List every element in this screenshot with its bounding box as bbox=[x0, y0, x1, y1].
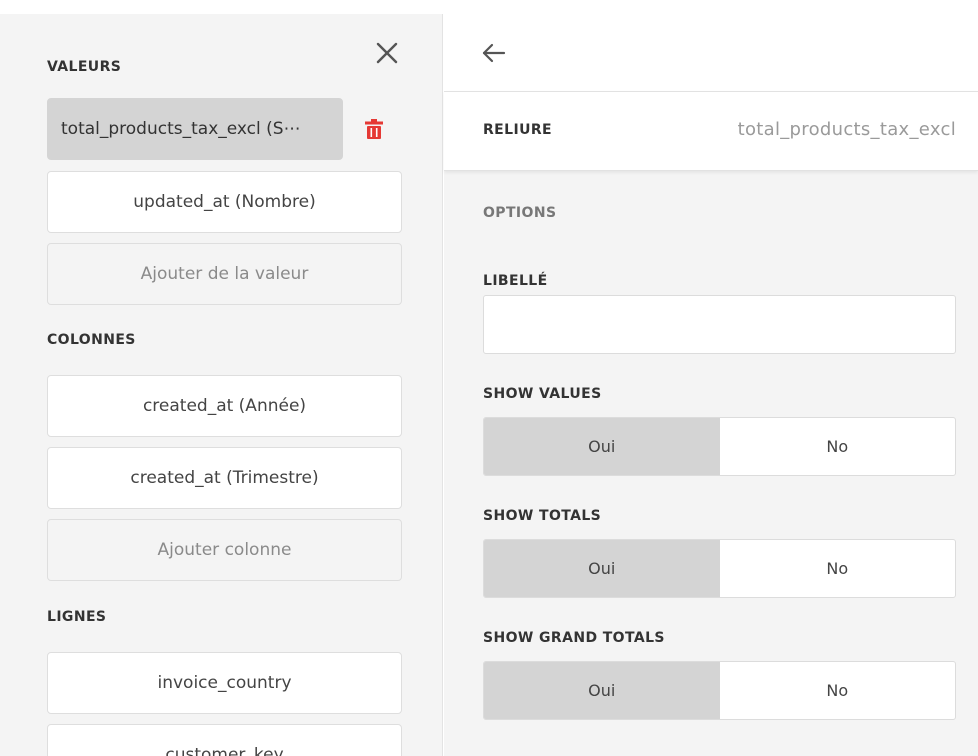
show-totals-title: SHOW TOTALS bbox=[483, 508, 602, 524]
show-totals-no[interactable]: No bbox=[720, 540, 956, 597]
show-grand-totals-title: SHOW GRAND TOTALS bbox=[483, 630, 665, 646]
show-values-no[interactable]: No bbox=[720, 418, 956, 475]
columns-section-title: COLONNES bbox=[47, 332, 136, 348]
show-totals-toggle: Oui No bbox=[483, 539, 956, 598]
label-input[interactable] bbox=[483, 295, 956, 354]
row-item-invoice-country[interactable]: invoice_country bbox=[47, 652, 402, 714]
show-totals-yes[interactable]: Oui bbox=[484, 540, 720, 597]
values-section-title: VALEURS bbox=[47, 59, 122, 75]
back-button[interactable] bbox=[480, 40, 508, 66]
value-item-updated-at[interactable]: updated_at (Nombre) bbox=[47, 171, 402, 233]
binding-row: RELIURE total_products_tax_excl bbox=[444, 91, 978, 171]
arrow-left-icon bbox=[482, 43, 506, 63]
label-title: LIBELLÉ bbox=[483, 273, 548, 289]
show-grand-totals-no[interactable]: No bbox=[720, 662, 956, 719]
add-value-button[interactable]: Ajouter de la valeur bbox=[47, 243, 402, 305]
column-item-created-year[interactable]: created_at (Année) bbox=[47, 375, 402, 437]
rows-section-title: LIGNES bbox=[47, 609, 107, 625]
binding-label: RELIURE bbox=[483, 122, 552, 138]
binding-value: total_products_tax_excl bbox=[737, 119, 956, 140]
delete-value-button[interactable] bbox=[364, 118, 384, 140]
show-grand-totals-toggle: Oui No bbox=[483, 661, 956, 720]
close-button[interactable] bbox=[372, 38, 402, 68]
show-values-yes[interactable]: Oui bbox=[484, 418, 720, 475]
value-item-total-products[interactable]: total_products_tax_excl (S⋯ bbox=[47, 98, 343, 160]
show-values-title: SHOW VALUES bbox=[483, 386, 602, 402]
options-header bbox=[444, 14, 978, 91]
options-title: OPTIONS bbox=[483, 205, 557, 221]
close-icon bbox=[376, 42, 398, 64]
row-item-customer-key[interactable]: customer_key bbox=[47, 724, 402, 756]
show-values-toggle: Oui No bbox=[483, 417, 956, 476]
column-item-created-quarter[interactable]: created_at (Trimestre) bbox=[47, 447, 402, 509]
options-panel: RELIURE total_products_tax_excl OPTIONS … bbox=[444, 14, 978, 756]
add-column-button[interactable]: Ajouter colonne bbox=[47, 519, 402, 581]
show-grand-totals-yes[interactable]: Oui bbox=[484, 662, 720, 719]
trash-icon bbox=[365, 119, 383, 139]
fields-panel: VALEURS total_products_tax_excl (S⋯ upda… bbox=[0, 14, 443, 756]
